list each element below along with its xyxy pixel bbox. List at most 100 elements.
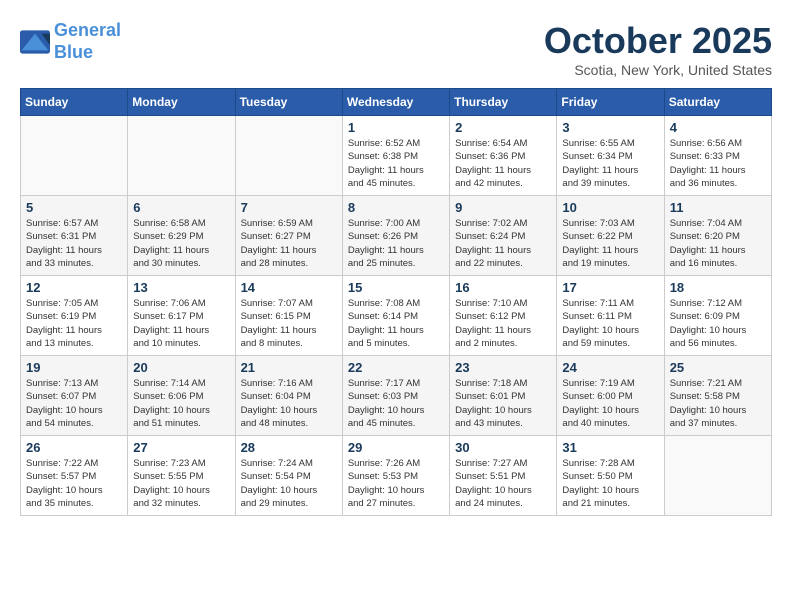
weekday-header: Monday bbox=[128, 89, 235, 116]
title-block: October 2025 Scotia, New York, United St… bbox=[544, 20, 772, 78]
day-info: Sunrise: 7:00 AM Sunset: 6:26 PM Dayligh… bbox=[348, 217, 444, 270]
calendar-cell: 19 Sunrise: 7:13 AM Sunset: 6:07 PM Dayli… bbox=[21, 356, 128, 436]
calendar-title: October 2025 bbox=[544, 20, 772, 62]
calendar-cell: 15Sunrise: 7:08 AM Sunset: 6:14 PM Dayli… bbox=[342, 276, 449, 356]
day-info: Sunrise: 7:11 AM Sunset: 6:11 PM Dayligh… bbox=[562, 297, 658, 350]
weekday-header: Thursday bbox=[450, 89, 557, 116]
day-number: 13 bbox=[133, 280, 229, 295]
day-info: Sunrise: 6:56 AM Sunset: 6:33 PM Dayligh… bbox=[670, 137, 766, 190]
calendar-cell: 22 Sunrise: 7:17 AM Sunset: 6:03 PM Dayli… bbox=[342, 356, 449, 436]
calendar-cell: 21 Sunrise: 7:16 AM Sunset: 6:04 PM Dayli… bbox=[235, 356, 342, 436]
day-info: Sunrise: 6:58 AM Sunset: 6:29 PM Dayligh… bbox=[133, 217, 229, 270]
calendar-cell: 24Sunrise: 7:19 AM Sunset: 6:00 PM Dayli… bbox=[557, 356, 664, 436]
day-number: 21 bbox=[241, 360, 337, 375]
calendar-cell: 27 Sunrise: 7:23 AM Sunset: 5:55 PM Dayli… bbox=[128, 436, 235, 516]
day-info: Sunrise: 7:28 AM Sunset: 5:50 PM Dayligh… bbox=[562, 457, 658, 510]
day-info: Sunrise: 6:52 AM Sunset: 6:38 PM Dayligh… bbox=[348, 137, 444, 190]
day-info: Sunrise: 7:10 AM Sunset: 6:12 PM Dayligh… bbox=[455, 297, 551, 350]
calendar-cell: 1 Sunrise: 6:52 AM Sunset: 6:38 PM Daylig… bbox=[342, 116, 449, 196]
weekday-header: Sunday bbox=[21, 89, 128, 116]
day-number: 1 bbox=[348, 120, 444, 135]
day-number: 11 bbox=[670, 200, 766, 215]
weekday-header: Wednesday bbox=[342, 89, 449, 116]
calendar-cell: 11 Sunrise: 7:04 AM Sunset: 6:20 PM Dayli… bbox=[664, 196, 771, 276]
calendar-week-row: 12 Sunrise: 7:05 AM Sunset: 6:19 PM Dayli… bbox=[21, 276, 772, 356]
calendar-cell: 16 Sunrise: 7:10 AM Sunset: 6:12 PM Dayli… bbox=[450, 276, 557, 356]
day-number: 29 bbox=[348, 440, 444, 455]
calendar-week-row: 26Sunrise: 7:22 AM Sunset: 5:57 PM Dayli… bbox=[21, 436, 772, 516]
day-number: 2 bbox=[455, 120, 551, 135]
day-number: 28 bbox=[241, 440, 337, 455]
day-info: Sunrise: 7:02 AM Sunset: 6:24 PM Dayligh… bbox=[455, 217, 551, 270]
day-info: Sunrise: 7:03 AM Sunset: 6:22 PM Dayligh… bbox=[562, 217, 658, 270]
day-number: 19 bbox=[26, 360, 122, 375]
day-number: 18 bbox=[670, 280, 766, 295]
day-info: Sunrise: 7:12 AM Sunset: 6:09 PM Dayligh… bbox=[670, 297, 766, 350]
day-number: 27 bbox=[133, 440, 229, 455]
day-info: Sunrise: 7:24 AM Sunset: 5:54 PM Dayligh… bbox=[241, 457, 337, 510]
calendar-cell: 6 Sunrise: 6:58 AM Sunset: 6:29 PM Daylig… bbox=[128, 196, 235, 276]
day-info: Sunrise: 7:18 AM Sunset: 6:01 PM Dayligh… bbox=[455, 377, 551, 430]
day-info: Sunrise: 7:05 AM Sunset: 6:19 PM Dayligh… bbox=[26, 297, 122, 350]
calendar-cell: 2 Sunrise: 6:54 AM Sunset: 6:36 PM Daylig… bbox=[450, 116, 557, 196]
calendar-cell: 31Sunrise: 7:28 AM Sunset: 5:50 PM Dayli… bbox=[557, 436, 664, 516]
calendar-cell: 9 Sunrise: 7:02 AM Sunset: 6:24 PM Daylig… bbox=[450, 196, 557, 276]
day-info: Sunrise: 6:55 AM Sunset: 6:34 PM Dayligh… bbox=[562, 137, 658, 190]
day-info: Sunrise: 6:57 AM Sunset: 6:31 PM Dayligh… bbox=[26, 217, 122, 270]
calendar-cell: 23 Sunrise: 7:18 AM Sunset: 6:01 PM Dayli… bbox=[450, 356, 557, 436]
calendar-cell: 28 Sunrise: 7:24 AM Sunset: 5:54 PM Dayli… bbox=[235, 436, 342, 516]
calendar-header: SundayMondayTuesdayWednesdayThursdayFrid… bbox=[21, 89, 772, 116]
day-number: 17 bbox=[562, 280, 658, 295]
day-number: 12 bbox=[26, 280, 122, 295]
day-info: Sunrise: 7:21 AM Sunset: 5:58 PM Dayligh… bbox=[670, 377, 766, 430]
day-info: Sunrise: 7:17 AM Sunset: 6:03 PM Dayligh… bbox=[348, 377, 444, 430]
calendar-subtitle: Scotia, New York, United States bbox=[544, 62, 772, 78]
calendar-cell bbox=[235, 116, 342, 196]
day-number: 16 bbox=[455, 280, 551, 295]
day-info: Sunrise: 7:13 AM Sunset: 6:07 PM Dayligh… bbox=[26, 377, 122, 430]
day-number: 30 bbox=[455, 440, 551, 455]
weekday-header: Saturday bbox=[664, 89, 771, 116]
weekday-row: SundayMondayTuesdayWednesdayThursdayFrid… bbox=[21, 89, 772, 116]
day-number: 10 bbox=[562, 200, 658, 215]
day-number: 14 bbox=[241, 280, 337, 295]
calendar-week-row: 1 Sunrise: 6:52 AM Sunset: 6:38 PM Daylig… bbox=[21, 116, 772, 196]
day-info: Sunrise: 7:23 AM Sunset: 5:55 PM Dayligh… bbox=[133, 457, 229, 510]
calendar-cell: 25 Sunrise: 7:21 AM Sunset: 5:58 PM Dayli… bbox=[664, 356, 771, 436]
day-info: Sunrise: 7:04 AM Sunset: 6:20 PM Dayligh… bbox=[670, 217, 766, 270]
day-info: Sunrise: 7:06 AM Sunset: 6:17 PM Dayligh… bbox=[133, 297, 229, 350]
day-number: 25 bbox=[670, 360, 766, 375]
calendar-cell: 8 Sunrise: 7:00 AM Sunset: 6:26 PM Daylig… bbox=[342, 196, 449, 276]
day-number: 22 bbox=[348, 360, 444, 375]
weekday-header: Friday bbox=[557, 89, 664, 116]
day-number: 3 bbox=[562, 120, 658, 135]
page-header: General Blue October 2025 Scotia, New Yo… bbox=[20, 20, 772, 78]
calendar-cell: 7Sunrise: 6:59 AM Sunset: 6:27 PM Daylig… bbox=[235, 196, 342, 276]
calendar-cell: 29 Sunrise: 7:26 AM Sunset: 5:53 PM Dayli… bbox=[342, 436, 449, 516]
day-number: 24 bbox=[562, 360, 658, 375]
day-number: 8 bbox=[348, 200, 444, 215]
logo-text: General Blue bbox=[54, 20, 121, 63]
day-number: 26 bbox=[26, 440, 122, 455]
weekday-header: Tuesday bbox=[235, 89, 342, 116]
day-info: Sunrise: 7:16 AM Sunset: 6:04 PM Dayligh… bbox=[241, 377, 337, 430]
calendar-cell bbox=[664, 436, 771, 516]
calendar-cell: 12 Sunrise: 7:05 AM Sunset: 6:19 PM Dayli… bbox=[21, 276, 128, 356]
day-number: 23 bbox=[455, 360, 551, 375]
calendar-cell: 13 Sunrise: 7:06 AM Sunset: 6:17 PM Dayli… bbox=[128, 276, 235, 356]
day-info: Sunrise: 7:07 AM Sunset: 6:15 PM Dayligh… bbox=[241, 297, 337, 350]
calendar-cell bbox=[128, 116, 235, 196]
day-number: 5 bbox=[26, 200, 122, 215]
day-number: 6 bbox=[133, 200, 229, 215]
calendar-cell: 5 Sunrise: 6:57 AM Sunset: 6:31 PM Daylig… bbox=[21, 196, 128, 276]
day-info: Sunrise: 7:08 AM Sunset: 6:14 PM Dayligh… bbox=[348, 297, 444, 350]
calendar-cell: 3 Sunrise: 6:55 AM Sunset: 6:34 PM Daylig… bbox=[557, 116, 664, 196]
day-number: 4 bbox=[670, 120, 766, 135]
day-number: 7 bbox=[241, 200, 337, 215]
calendar-cell: 17 Sunrise: 7:11 AM Sunset: 6:11 PM Dayli… bbox=[557, 276, 664, 356]
day-number: 9 bbox=[455, 200, 551, 215]
day-info: Sunrise: 6:54 AM Sunset: 6:36 PM Dayligh… bbox=[455, 137, 551, 190]
logo-icon bbox=[20, 30, 50, 54]
calendar-table: SundayMondayTuesdayWednesdayThursdayFrid… bbox=[20, 88, 772, 516]
day-info: Sunrise: 7:26 AM Sunset: 5:53 PM Dayligh… bbox=[348, 457, 444, 510]
